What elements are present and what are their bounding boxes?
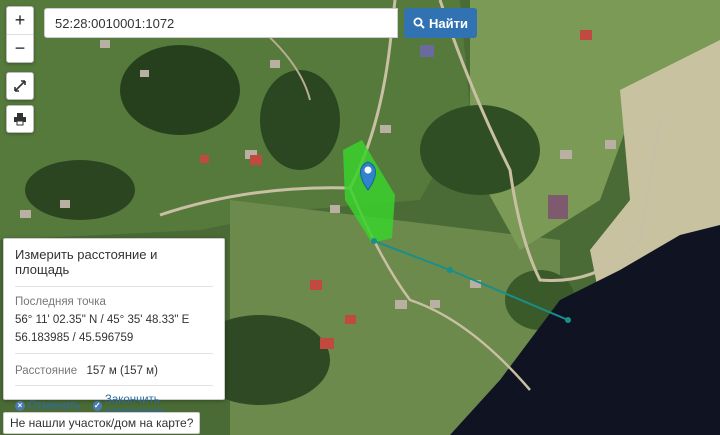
fullscreen-icon	[14, 80, 26, 92]
print-button[interactable]	[6, 105, 34, 133]
zoom-out-button[interactable]: −	[7, 34, 33, 62]
search-icon	[413, 17, 425, 29]
cancel-label: Отменить	[28, 400, 81, 412]
search-button[interactable]: Найти	[404, 8, 477, 38]
distance-row: Расстояние 157 м (157 м)	[15, 354, 213, 385]
distance-value: 157 м (157 м)	[86, 365, 158, 377]
cadastral-search-input[interactable]	[44, 8, 398, 38]
close-circle-icon: ×	[15, 401, 25, 411]
last-point-decimal: 56.183985 / 45.596759	[15, 332, 134, 344]
search-button-label: Найти	[429, 15, 468, 31]
measure-panel: Измерить расстояние и площадь Последняя …	[3, 238, 225, 418]
not-found-link[interactable]: Не нашли участок/дом на карте?	[3, 412, 201, 434]
last-point-dms: 56° 11' 02.35" N / 45° 35' 48.33" E	[15, 314, 190, 326]
measure-panel-title: Измерить расстояние и площадь	[15, 239, 213, 287]
last-point-label: Последняя точка	[15, 296, 106, 308]
zoom-control: + −	[6, 6, 34, 63]
print-icon	[14, 113, 26, 126]
zoom-in-button[interactable]: +	[7, 7, 33, 34]
check-circle-icon: ✓	[92, 401, 102, 411]
fullscreen-button[interactable]	[6, 72, 34, 100]
distance-label: Расстояние	[15, 365, 78, 377]
